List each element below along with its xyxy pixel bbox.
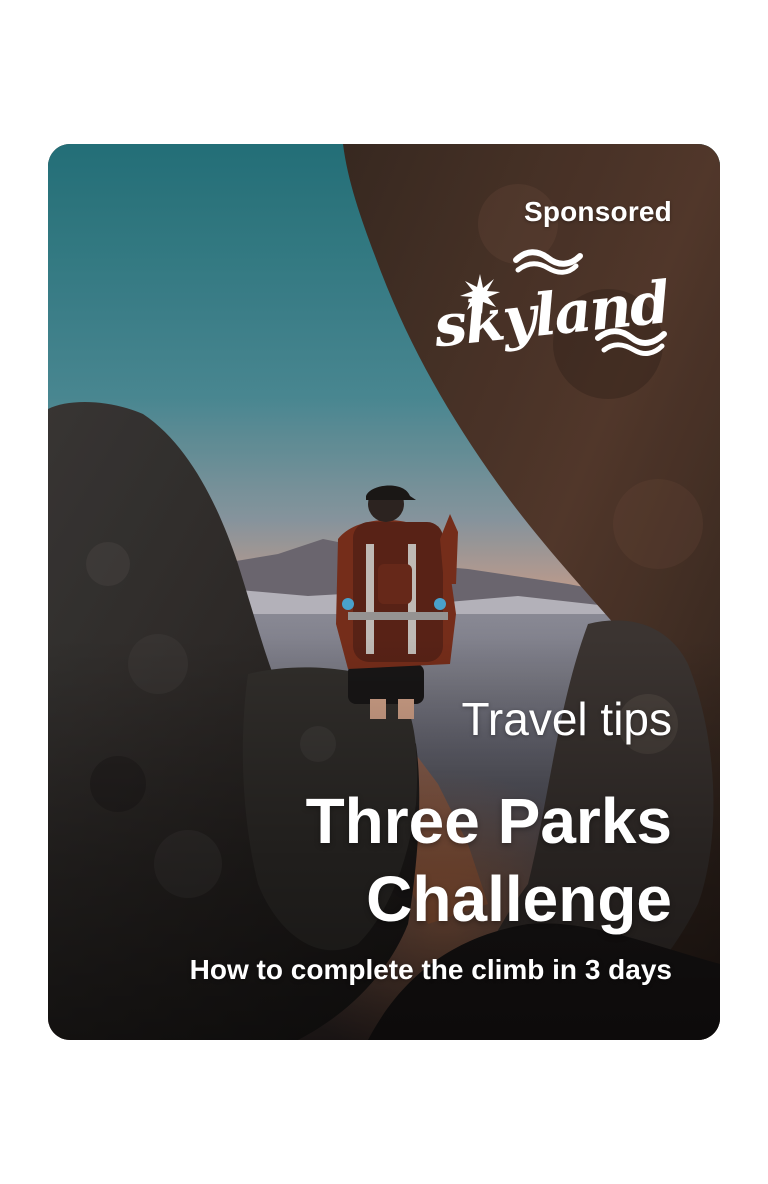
ad-card[interactable]: Sponsored skyland Travel tips Three Park… <box>48 144 720 1040</box>
brand-logo[interactable]: skyland <box>431 246 674 376</box>
card-title: Three Parks Challenge <box>305 785 672 935</box>
card-subtitle: How to complete the climb in 3 days <box>189 954 672 985</box>
waves-icon <box>513 249 583 267</box>
category-label: Travel tips <box>461 693 672 745</box>
sponsored-label: Sponsored <box>523 196 672 227</box>
